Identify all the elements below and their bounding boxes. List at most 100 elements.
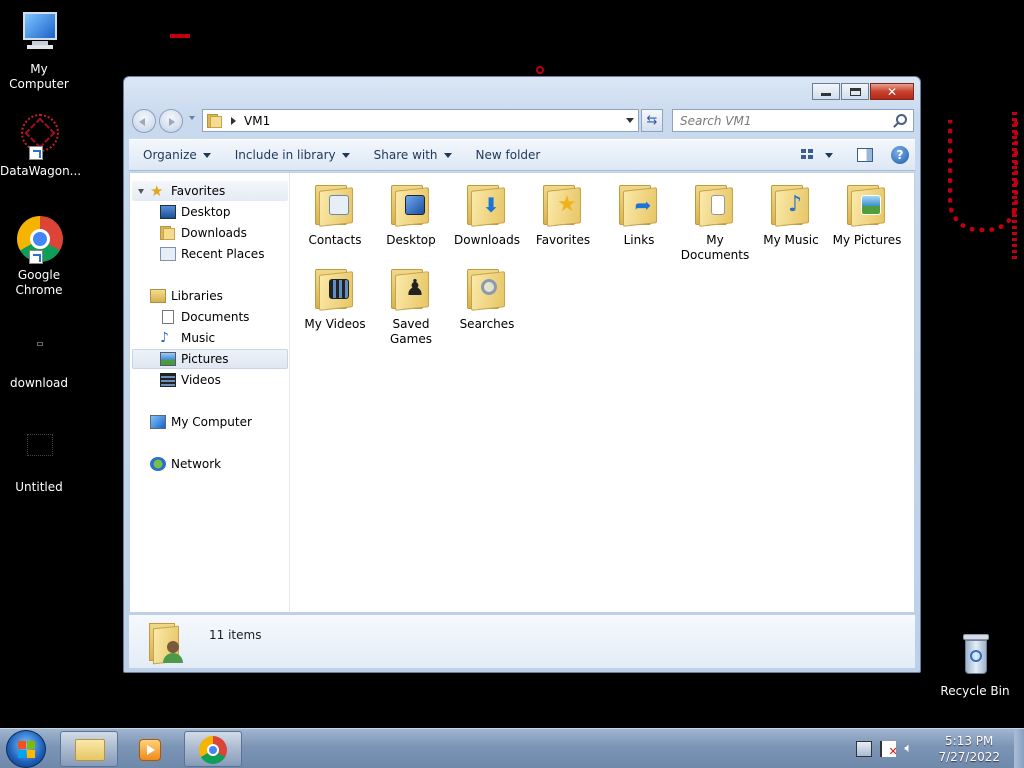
network-icon (150, 457, 166, 471)
chess-piece-icon: ♟ (405, 276, 425, 301)
folder-item-favorites[interactable]: ★ Favorites (525, 179, 601, 248)
folder-item-links[interactable]: ➦ Links (601, 179, 677, 248)
nav-item-favorites[interactable]: ★ Favorites (132, 181, 288, 201)
address-path[interactable]: VM1 (244, 114, 270, 128)
nav-label: Videos (181, 373, 221, 387)
preview-pane-icon[interactable] (857, 148, 873, 162)
search-box[interactable] (672, 109, 914, 132)
play-icon (147, 745, 155, 755)
item-count: 11 items (209, 628, 262, 642)
expand-arrow-icon[interactable] (138, 188, 144, 194)
picture-icon (861, 195, 881, 215)
nav-label: Documents (181, 310, 250, 324)
taskbar-chrome-button[interactable] (184, 731, 242, 767)
folder-icon: ★ (543, 185, 583, 227)
share-label: Share with (373, 148, 438, 162)
taskbar-media-player-button[interactable] (122, 731, 178, 767)
folder-item-saved-games[interactable]: ♟ Saved Games (373, 263, 449, 347)
nav-item-documents[interactable]: Documents (132, 307, 288, 327)
nav-item-network[interactable]: Network (132, 454, 288, 474)
search-icon[interactable] (896, 114, 907, 125)
folder-item-my-videos[interactable]: My Videos (297, 263, 373, 332)
folder-icon (467, 269, 507, 311)
desktop-icon-download[interactable]: download (0, 324, 78, 391)
clock[interactable]: 5:13 PM 7/27/2022 (938, 733, 1000, 765)
nav-item-music[interactable]: ♪ Music (132, 328, 288, 348)
view-options-dropdown[interactable] (825, 152, 833, 158)
folder-icon (315, 185, 355, 227)
action-center-flag-icon[interactable]: ✕ (880, 741, 898, 757)
address-bar[interactable]: VM1 (202, 109, 639, 132)
change-view-icon[interactable] (801, 149, 815, 161)
arrow-right-icon (169, 118, 175, 126)
folder-icon: ♟ (391, 269, 431, 311)
folder-item-downloads[interactable]: ⬇ Downloads (449, 179, 525, 248)
datawagon-icon (15, 112, 63, 160)
folder-item-contacts[interactable]: Contacts (297, 179, 373, 248)
refresh-button[interactable]: ⇆ (641, 109, 663, 132)
desktop-icon-recycle-bin[interactable]: Recycle Bin (936, 632, 1014, 699)
search-input[interactable] (673, 110, 883, 131)
chrome-center-icon (207, 744, 219, 756)
folder-icon (847, 185, 887, 227)
folder-item-desktop[interactable]: Desktop (373, 179, 449, 248)
new-folder-button[interactable]: New folder (462, 140, 551, 170)
folder-icon (75, 739, 105, 761)
nav-label: Network (171, 457, 222, 471)
nav-item-videos[interactable]: Videos (132, 370, 288, 390)
desktop-icon-label: My Computer (9, 62, 69, 91)
taskbar-explorer-button[interactable] (60, 731, 118, 767)
folder-item-my-pictures[interactable]: My Pictures (829, 179, 905, 248)
desktop-scribble (948, 120, 1018, 232)
desktop-icon (405, 195, 425, 215)
folder-item-searches[interactable]: Searches (449, 263, 525, 332)
folder-label: Contacts (308, 233, 362, 247)
organize-button[interactable]: Organize (129, 140, 221, 170)
breadcrumb-arrow-icon[interactable] (231, 116, 236, 125)
desktop-icon-google-chrome[interactable]: Google Chrome (0, 216, 78, 298)
nav-label: Favorites (171, 184, 226, 198)
volume-icon[interactable]: 🔈︎ (904, 741, 920, 757)
include-label: Include in library (234, 148, 336, 162)
nav-item-desktop[interactable]: Desktop (132, 202, 288, 222)
folder-user-icon (147, 621, 187, 665)
system-tray: ✕ 🔈︎ 5:13 PM 7/27/2022 (856, 729, 1024, 768)
window-controls: ✕ (812, 83, 914, 100)
network-tray-icon[interactable] (856, 741, 873, 757)
film-icon (329, 279, 349, 299)
folder-label: Saved Games (390, 317, 432, 346)
desktop-icon-untitled[interactable]: Untitled (0, 428, 78, 495)
close-button[interactable]: ✕ (870, 83, 914, 100)
nav-item-libraries[interactable]: Libraries (132, 286, 288, 306)
maximize-button[interactable] (841, 83, 869, 100)
back-button[interactable] (132, 109, 156, 133)
content-area: ★ Favorites Desktop Downloads Recent Pla… (129, 172, 915, 613)
share-with-button[interactable]: Share with (360, 140, 462, 170)
nav-item-pictures[interactable]: Pictures (132, 349, 288, 369)
command-bar: Organize Include in library Share with N… (129, 139, 915, 171)
command-bar-right: ? (801, 140, 909, 170)
downloads-folder-icon (160, 226, 176, 240)
minimize-icon (821, 93, 831, 96)
folder-icon: ♪ (771, 185, 811, 227)
desktop-scribble (1012, 112, 1017, 262)
desktop-icon-datawagon[interactable]: DataWagon... (0, 112, 81, 179)
nav-item-downloads[interactable]: Downloads (132, 223, 288, 243)
desktop-icon-my-computer[interactable]: My Computer (0, 10, 78, 92)
start-button[interactable] (6, 730, 46, 768)
address-dropdown-icon[interactable] (626, 118, 634, 123)
forward-button[interactable] (159, 109, 183, 133)
folder-label: My Documents (680, 233, 750, 262)
nav-label: Music (181, 331, 216, 345)
include-in-library-button[interactable]: Include in library (221, 140, 360, 170)
nav-item-my-computer[interactable]: My Computer (132, 412, 288, 432)
folder-item-my-music[interactable]: ♪ My Music (753, 179, 829, 248)
minimize-button[interactable] (812, 83, 840, 100)
nav-item-recent-places[interactable]: Recent Places (132, 244, 288, 264)
folder-label: Searches (459, 317, 515, 331)
folder-label: Links (623, 233, 655, 247)
recent-pages-dropdown[interactable] (189, 116, 195, 120)
folder-item-my-documents[interactable]: My Documents (677, 179, 753, 263)
help-icon[interactable]: ? (891, 146, 909, 164)
show-desktop-button[interactable] (1014, 729, 1024, 768)
